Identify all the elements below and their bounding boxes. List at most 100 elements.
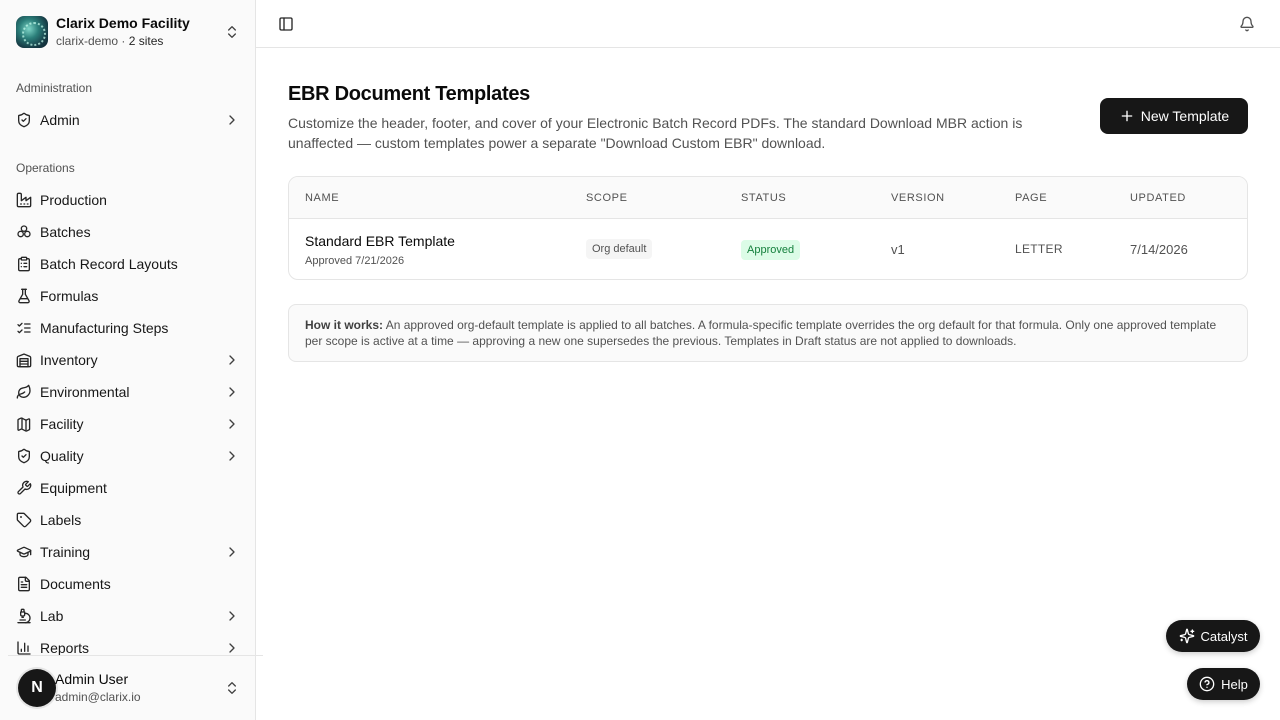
chevron-right-icon <box>229 387 235 397</box>
scope-badge: Org default <box>586 239 653 259</box>
sidebar-item-label: Batch Record Layouts <box>40 256 178 272</box>
sidebar-item-training[interactable]: Training <box>8 536 248 568</box>
microscope-icon <box>17 608 31 624</box>
column-header-name[interactable]: Name <box>305 192 339 204</box>
sidebar-item-label: Admin <box>40 112 80 128</box>
how-it-works-text: An approved org-default template is appl… <box>305 318 1217 348</box>
sidebar-item-label: Labels <box>40 512 82 528</box>
sidebar-item-label: Facility <box>40 416 84 432</box>
top-bar <box>256 0 1280 48</box>
sidebar-item-label: Inventory <box>40 352 98 368</box>
factory-icon <box>16 192 32 208</box>
table-header: Name Scope Status Version Page Updated <box>289 177 1247 219</box>
sidebar-item-production[interactable]: Production <box>8 184 248 216</box>
column-header-scope[interactable]: Scope <box>586 192 628 204</box>
file-text-icon <box>18 576 30 592</box>
sidebar-item-environmental[interactable]: Environmental <box>8 376 248 408</box>
plus-icon <box>1121 110 1133 122</box>
avatar: N <box>18 669 56 707</box>
sidebar-item-label: Quality <box>40 448 84 464</box>
wrench-icon <box>17 480 32 495</box>
user-email: admin@clarix.io <box>55 689 141 704</box>
user-name: Admin User <box>55 670 129 687</box>
chevron-right-icon <box>229 419 235 429</box>
new-template-label: New Template <box>1140 108 1230 124</box>
sidebar-item-admin[interactable]: Admin <box>8 104 248 136</box>
chevron-right-icon <box>229 115 235 125</box>
sidebar-item-label: Reports <box>40 640 90 656</box>
user-menu[interactable]: N Admin User admin@clarix.io <box>8 664 248 712</box>
flask-icon <box>18 288 30 304</box>
sidebar-item-label: Production <box>40 192 107 208</box>
status-badge: Approved <box>741 240 801 260</box>
catalyst-label: Catalyst <box>1200 628 1248 644</box>
sidebar-item-label: Documents <box>40 576 111 592</box>
catalyst-button[interactable]: Catalyst <box>1166 620 1260 652</box>
bell-icon[interactable] <box>1239 16 1255 32</box>
sidebar-item-labels[interactable]: Labels <box>8 504 248 536</box>
panel-left-icon[interactable] <box>278 16 294 32</box>
org-sites: 2 sites <box>128 33 164 48</box>
org-name: Clarix Demo Facility <box>56 14 190 31</box>
sidebar-item-batch-record-layouts[interactable]: Batch Record Layouts <box>8 248 248 280</box>
template-page-size: LETTER <box>1015 242 1063 256</box>
shield-check-icon <box>18 448 30 464</box>
org-logo <box>16 16 48 48</box>
sidebar-item-label: Batches <box>40 224 91 240</box>
sidebar: Clarix Demo Facility clarix-demo · 2 sit… <box>0 0 263 720</box>
sidebar-item-label: Lab <box>40 608 64 624</box>
how-it-works-note: How it works: An approved org-default te… <box>288 304 1248 362</box>
sidebar-item-reports[interactable]: Reports <box>8 632 248 664</box>
sidebar-item-label: Formulas <box>40 288 99 304</box>
org-switcher[interactable]: Clarix Demo Facility clarix-demo · 2 sit… <box>8 8 248 56</box>
sidebar-item-lab[interactable]: Lab <box>8 600 248 632</box>
bar-chart-icon <box>17 641 31 655</box>
chevrons-up-down-icon <box>228 26 236 38</box>
column-header-updated[interactable]: Updated <box>1130 192 1186 204</box>
sparkles-icon <box>1179 628 1194 644</box>
column-header-page[interactable]: Page <box>1015 192 1047 204</box>
sidebar-item-label: Environmental <box>40 384 130 400</box>
template-name[interactable]: Standard EBR Template <box>305 233 455 249</box>
new-template-button[interactable]: New Template <box>1100 98 1248 134</box>
sidebar-item-label: Manufacturing Steps <box>40 320 169 336</box>
chevrons-up-down-icon <box>228 682 236 694</box>
clipboard-list-icon <box>18 256 30 272</box>
list-checks-icon <box>17 322 31 334</box>
page-title: EBR Document Templates <box>288 83 530 105</box>
sidebar-item-label: Equipment <box>40 480 107 496</box>
help-button[interactable]: Help <box>1187 668 1260 700</box>
chevron-right-icon <box>229 355 235 365</box>
how-it-works-heading: How it works: <box>305 318 384 332</box>
column-header-version[interactable]: Version <box>891 192 945 204</box>
templates-table: Name Scope Status Version Page Updated S… <box>288 176 1248 280</box>
template-approved-date: Approved 7/21/2026 <box>305 255 405 267</box>
chevron-right-icon <box>229 451 235 461</box>
sidebar-item-batches[interactable]: Batches <box>8 216 248 248</box>
sidebar-item-formulas[interactable]: Formulas <box>8 280 248 312</box>
sidebar-item-manufacturing-steps[interactable]: Manufacturing Steps <box>8 312 248 344</box>
tag-icon <box>16 512 32 528</box>
sidebar-item-documents[interactable]: Documents <box>8 568 248 600</box>
column-header-status[interactable]: Status <box>741 192 786 204</box>
chevron-right-icon <box>229 547 235 557</box>
shield-check-icon <box>18 112 30 128</box>
sidebar-item-label: Training <box>40 544 91 560</box>
help-label: Help <box>1221 676 1248 692</box>
map-icon <box>17 417 31 432</box>
group-label-operations: Operations <box>16 161 75 175</box>
leaf-icon <box>16 384 31 399</box>
sidebar-item-inventory[interactable]: Inventory <box>8 344 248 376</box>
sidebar-item-facility[interactable]: Facility <box>8 408 248 440</box>
boxes-icon <box>17 225 31 238</box>
graduation-cap-icon <box>16 546 32 558</box>
template-updated: 7/14/2026 <box>1130 242 1188 257</box>
org-slug: clarix-demo <box>56 33 119 48</box>
sidebar-item-equipment[interactable]: Equipment <box>8 472 248 504</box>
table-row[interactable]: Standard EBR Template Approved 7/21/2026… <box>289 219 1247 279</box>
template-version: v1 <box>891 242 905 257</box>
group-label-administration: Administration <box>16 81 93 95</box>
chevron-right-icon <box>229 643 235 653</box>
sidebar-item-quality[interactable]: Quality <box>8 440 248 472</box>
page-description: Customize the header, footer, and cover … <box>288 115 1023 151</box>
